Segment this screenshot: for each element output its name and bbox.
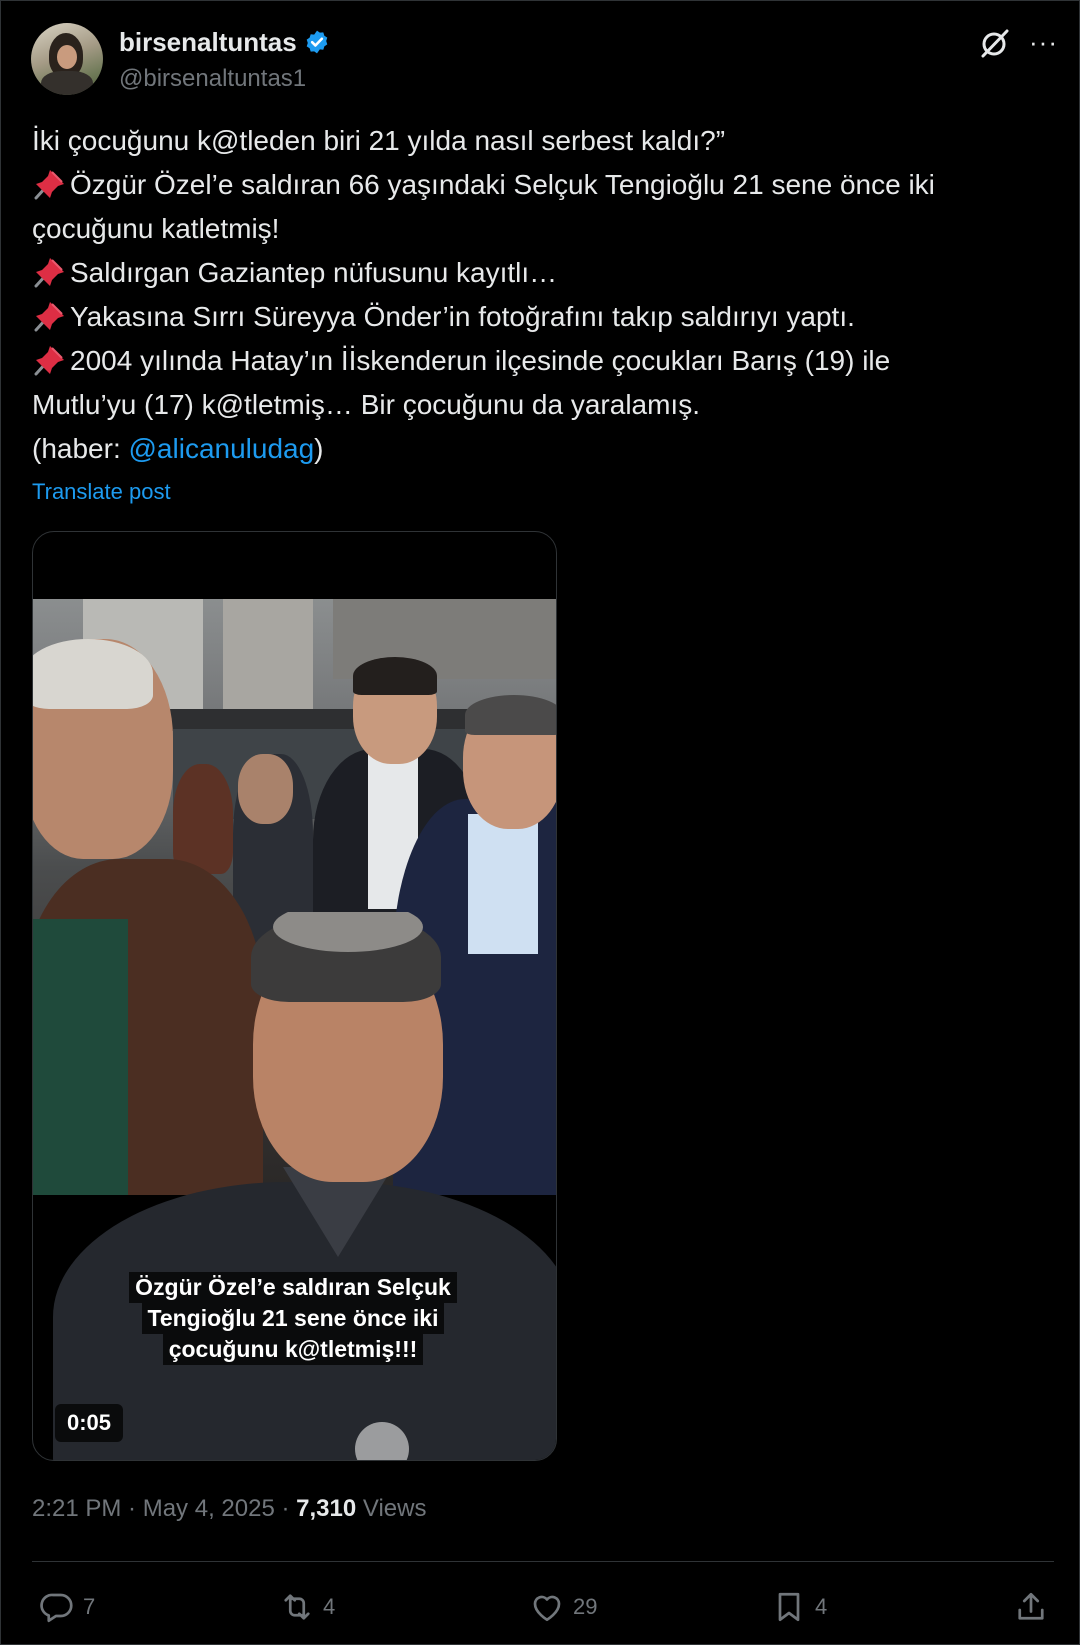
verified-badge-icon[interactable] bbox=[304, 29, 330, 55]
video-caption: Özgür Özel’e saldıran Selçuk Tengioğlu 2… bbox=[113, 1272, 473, 1365]
views-label: Views bbox=[356, 1495, 427, 1522]
repost-button[interactable]: 4 bbox=[279, 1583, 335, 1631]
pushpin-icon bbox=[34, 302, 64, 332]
bookmark-button[interactable]: 4 bbox=[771, 1583, 827, 1631]
post-detail: birsenaltuntas @birsenaltuntas1 ··· İki … bbox=[0, 0, 1080, 1645]
share-icon bbox=[1018, 1592, 1044, 1620]
reply-icon bbox=[40, 1593, 73, 1623]
post-line-text: (haber: bbox=[32, 433, 129, 464]
post-time[interactable]: 2:21 PM bbox=[32, 1495, 121, 1522]
pushpin-icon bbox=[34, 170, 64, 200]
like-button[interactable]: 29 bbox=[529, 1583, 597, 1631]
post-line: Özgür Özel’e saldıran 66 yaşındaki Selçu… bbox=[32, 163, 1052, 207]
repost-count: 4 bbox=[323, 1594, 336, 1619]
video-frame-portrait bbox=[33, 912, 556, 1460]
author-display-name[interactable]: birsenaltuntas bbox=[119, 27, 297, 58]
bookmark-count: 4 bbox=[815, 1594, 828, 1619]
post-text: İki çocuğunu k@tleden biri 21 yılda nası… bbox=[32, 119, 1052, 471]
mention-link[interactable]: @alicanuludag bbox=[129, 433, 315, 464]
views-count[interactable]: 7,310 bbox=[296, 1495, 356, 1522]
meta-separator: · bbox=[274, 1495, 297, 1522]
grok-icon[interactable] bbox=[979, 27, 1011, 59]
post-line-text: 2004 yılında Hatay’ın İİskenderun ilçesi… bbox=[70, 345, 891, 376]
post-line-text: Yakasına Sırrı Süreyya Önder’in fotoğraf… bbox=[70, 301, 855, 332]
video-caption-line: çocuğunu k@tletmiş!!! bbox=[162, 1334, 424, 1365]
post-date[interactable]: May 4, 2025 bbox=[143, 1495, 275, 1522]
video-caption-line: Özgür Özel’e saldıran Selçuk bbox=[129, 1272, 457, 1303]
post-line: çocuğunu katletmiş! bbox=[32, 213, 280, 244]
bookmark-icon bbox=[778, 1592, 800, 1622]
action-bar: 7 4 29 4 bbox=[1, 1583, 1080, 1631]
author-avatar[interactable] bbox=[31, 23, 103, 95]
pushpin-icon bbox=[34, 258, 64, 288]
post-line: İki çocuğunu k@tleden biri 21 yılda nası… bbox=[32, 125, 726, 156]
heart-icon bbox=[533, 1595, 561, 1622]
share-button[interactable] bbox=[1013, 1583, 1049, 1631]
post-line-text: Özgür Özel’e saldıran 66 yaşındaki Selçu… bbox=[70, 169, 935, 200]
author-handle[interactable]: @birsenaltuntas1 bbox=[119, 65, 306, 93]
repost-icon bbox=[284, 1594, 310, 1620]
reply-button[interactable]: 7 bbox=[39, 1583, 95, 1631]
post-line: (haber: @alicanuludag) bbox=[32, 427, 1052, 471]
post-line: 2004 yılında Hatay’ın İİskenderun ilçesi… bbox=[32, 339, 1052, 383]
post-line: Saldırgan Gaziantep nüfusunu kayıtlı… bbox=[32, 251, 1052, 295]
like-count: 29 bbox=[573, 1594, 598, 1619]
reply-count: 7 bbox=[83, 1594, 96, 1619]
translate-post-link[interactable]: Translate post bbox=[32, 479, 171, 505]
meta-separator: · bbox=[121, 1495, 143, 1522]
post-line-text: Saldırgan Gaziantep nüfusunu kayıtlı… bbox=[70, 257, 558, 288]
divider bbox=[32, 1561, 1054, 1562]
more-options-icon[interactable]: ··· bbox=[1029, 29, 1059, 59]
video-duration-badge: 0:05 bbox=[55, 1404, 124, 1442]
post-line: Mutlu’yu (17) k@tletmiş… Bir çocuğunu da… bbox=[32, 389, 700, 420]
post-line-text: ) bbox=[314, 433, 324, 464]
pushpin-icon bbox=[34, 346, 64, 376]
post-meta: 2:21 PM · May 4, 2025 · 7,310 Views bbox=[32, 1495, 426, 1523]
post-line: Yakasına Sırrı Süreyya Önder’in fotoğraf… bbox=[32, 295, 1052, 339]
author-name-row[interactable]: birsenaltuntas bbox=[119, 27, 330, 57]
video-player[interactable]: Özgür Özel’e saldıran Selçuk Tengioğlu 2… bbox=[32, 531, 557, 1461]
video-caption-line: Tengioğlu 21 sene önce iki bbox=[141, 1303, 445, 1334]
